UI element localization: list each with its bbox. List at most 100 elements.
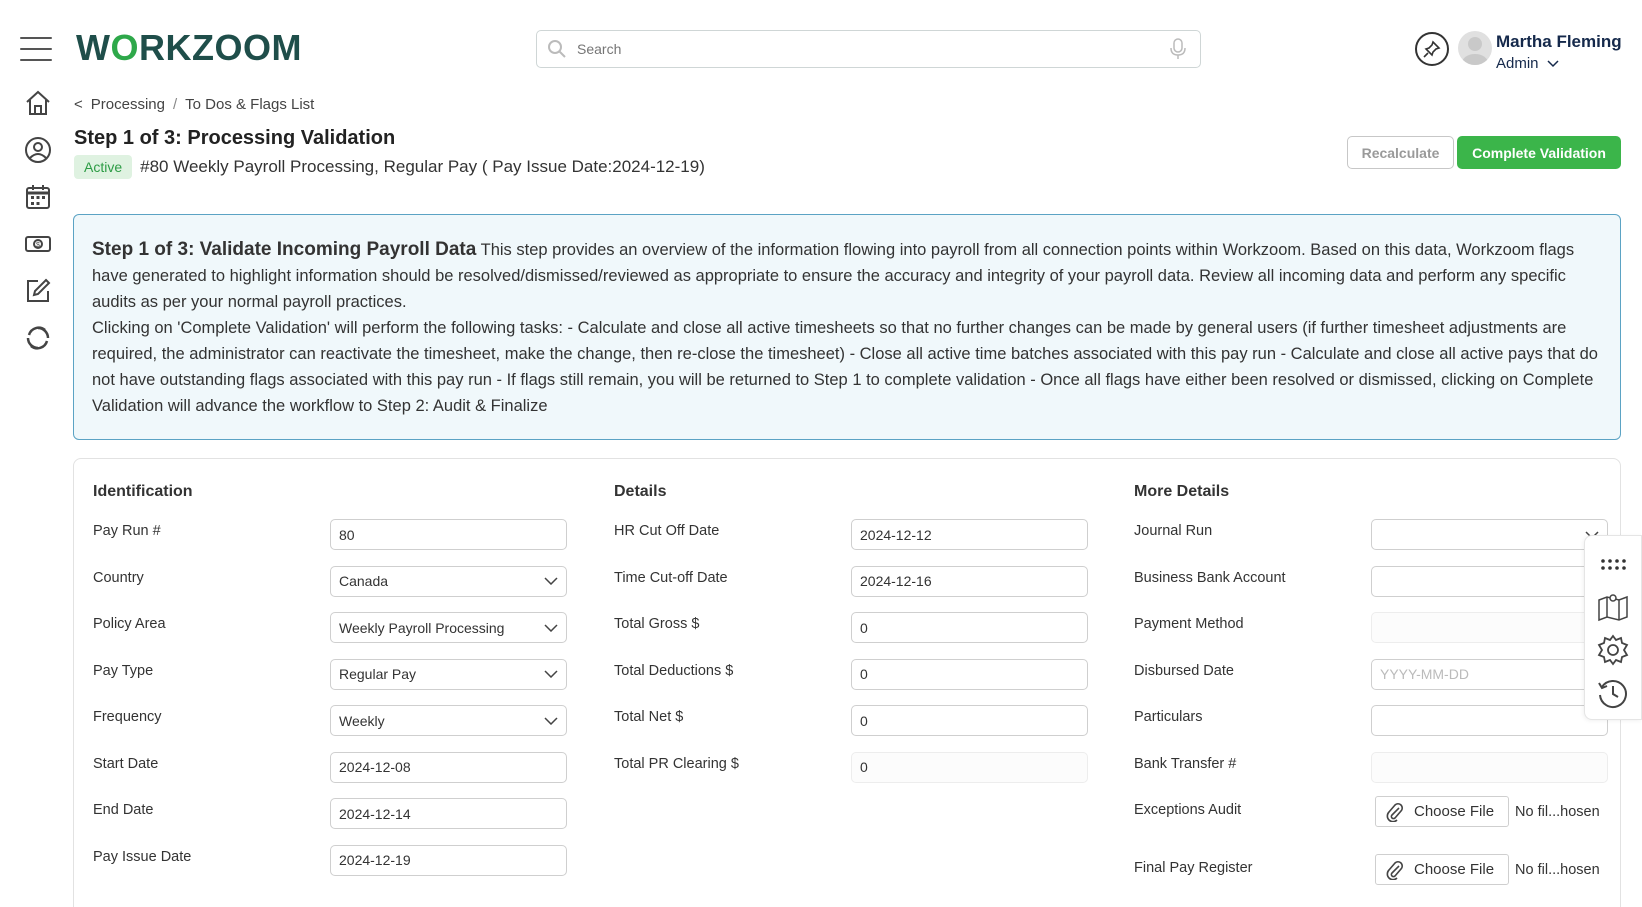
- business-bank-account-label: Business Bank Account: [1134, 569, 1286, 586]
- identification-title: Identification: [93, 483, 193, 500]
- total-deductions-input[interactable]: 0: [851, 658, 1088, 690]
- disbursed-date-input[interactable]: YYYY-MM-DD: [1371, 658, 1608, 690]
- menu-icon[interactable]: [20, 37, 52, 61]
- pin-icon: [1423, 40, 1441, 58]
- pay-run-form: Identification Pay Run # 80 Country Cana…: [73, 458, 1621, 907]
- pay-type-select[interactable]: Regular Pay: [330, 658, 567, 690]
- total-net-label: Total Net $: [614, 709, 684, 725]
- policy-area-label: Policy Area: [93, 616, 166, 632]
- avatar[interactable]: [1458, 31, 1492, 65]
- choose-file-label: Choose File: [1414, 803, 1495, 820]
- payment-method-input: [1371, 612, 1608, 643]
- user-avatar-icon: [1462, 37, 1488, 65]
- edit-icon[interactable]: [23, 276, 53, 306]
- calendar-icon[interactable]: [23, 182, 53, 212]
- total-net-input[interactable]: 0: [851, 705, 1088, 736]
- user-role-dropdown[interactable]: Admin: [1496, 55, 1559, 72]
- breadcrumb-todos-flags[interactable]: To Dos & Flags List: [185, 96, 314, 113]
- total-gross-input[interactable]: 0: [851, 612, 1088, 643]
- country-select[interactable]: Canada: [330, 565, 567, 597]
- frequency-value: Weekly: [339, 712, 385, 729]
- search-icon: [548, 40, 566, 58]
- disbursed-date-placeholder: YYYY-MM-DD: [1380, 666, 1469, 682]
- more-details-title: More Details: [1134, 483, 1230, 500]
- back-icon[interactable]: <: [74, 96, 83, 113]
- end-date-label: End Date: [93, 802, 154, 818]
- gear-icon[interactable]: [1596, 634, 1630, 667]
- time-cutoff-label: Time Cut-off Date: [614, 569, 728, 586]
- final-pay-register-file: Choose File No fil...hosen: [1375, 854, 1600, 885]
- pay-issue-date-input[interactable]: 2024-12-19: [330, 844, 567, 876]
- total-deductions-label: Total Deductions $: [614, 662, 734, 679]
- pay-run-value: 80: [339, 526, 355, 543]
- pay-issue-date-label: Pay Issue Date: [93, 848, 192, 865]
- pay-issue-date-value: 2024-12-19: [339, 852, 411, 868]
- total-net-value: 0: [860, 712, 868, 729]
- country-label: Country: [93, 569, 144, 586]
- country-value: Canada: [339, 573, 389, 589]
- home-icon[interactable]: [23, 88, 53, 118]
- choose-file-label: Choose File: [1414, 861, 1495, 878]
- grid-dots-icon[interactable]: [1596, 548, 1630, 581]
- info-body-2: Clicking on 'Complete Validation' will p…: [92, 319, 1598, 415]
- info-panel: Step 1 of 3: Validate Incoming Payroll D…: [73, 214, 1621, 440]
- start-date-input[interactable]: 2024-12-08: [330, 751, 567, 783]
- policy-area-value: Weekly Payroll Processing: [339, 619, 505, 636]
- complete-validation-button[interactable]: Complete Validation: [1457, 136, 1621, 169]
- user-circle-icon[interactable]: [23, 135, 53, 165]
- exceptions-audit-file: Choose File No fil...hosen: [1375, 796, 1600, 827]
- disbursed-date-label: Disbursed Date: [1134, 662, 1234, 679]
- search-bar[interactable]: [536, 30, 1201, 68]
- total-pr-clearing-value: 0: [860, 759, 868, 775]
- exceptions-audit-choose-file-button[interactable]: Choose File: [1375, 796, 1510, 827]
- cycle-icon[interactable]: [23, 323, 53, 353]
- particulars-input[interactable]: [1371, 705, 1608, 736]
- chevron-down-icon: [544, 623, 558, 632]
- recalculate-button[interactable]: Recalculate: [1347, 136, 1454, 169]
- info-title: Step 1 of 3: Validate Incoming Payroll D…: [92, 239, 477, 260]
- journal-run-select[interactable]: [1371, 519, 1608, 550]
- total-pr-clearing-input: 0: [851, 751, 1088, 783]
- frequency-select[interactable]: Weekly: [330, 705, 567, 736]
- money-icon[interactable]: $: [23, 229, 53, 259]
- exceptions-audit-label: Exceptions Audit: [1134, 802, 1242, 818]
- left-nav: $: [22, 88, 54, 370]
- particulars-label: Particulars: [1134, 709, 1203, 725]
- search-input[interactable]: [577, 41, 1170, 57]
- details-section: Details HR Cut Off Date 2024-12-12 Time …: [614, 483, 1094, 798]
- chevron-down-icon: [544, 716, 558, 725]
- pay-run-input[interactable]: 80: [330, 519, 567, 550]
- workzoom-logo[interactable]: WORKZOOM: [76, 27, 302, 69]
- final-pay-register-file-status: No fil...hosen: [1515, 861, 1600, 878]
- total-gross-label: Total Gross $: [614, 616, 700, 632]
- final-pay-register-choose-file-button[interactable]: Choose File: [1375, 854, 1510, 885]
- more-details-section: More Details Journal Run Business Bank A…: [1134, 483, 1608, 903]
- map-icon[interactable]: [1596, 591, 1630, 624]
- time-cutoff-value: 2024-12-16: [860, 573, 932, 589]
- page-title: Step 1 of 3: Processing Validation: [74, 127, 396, 149]
- exceptions-audit-file-status: No fil...hosen: [1515, 803, 1600, 820]
- pay-type-label: Pay Type: [93, 662, 154, 679]
- run-status-row: Active #80 Weekly Payroll Processing, Re…: [74, 155, 705, 179]
- payment-method-label: Payment Method: [1134, 616, 1244, 632]
- chevron-down-icon: [544, 577, 558, 585]
- user-name[interactable]: Martha Fleming: [1496, 32, 1622, 52]
- bank-transfer-label: Bank Transfer #: [1134, 755, 1237, 772]
- svg-text:$: $: [36, 242, 40, 249]
- journal-run-label: Journal Run: [1134, 523, 1213, 539]
- policy-area-select[interactable]: Weekly Payroll Processing: [330, 612, 567, 643]
- final-pay-register-label: Final Pay Register: [1134, 860, 1253, 876]
- chevron-down-icon: [1547, 59, 1559, 67]
- total-pr-clearing-label: Total PR Clearing $: [614, 755, 739, 772]
- pin-button[interactable]: [1415, 32, 1449, 66]
- frequency-label: Frequency: [93, 709, 162, 725]
- hr-cutoff-input[interactable]: 2024-12-12: [851, 519, 1088, 550]
- breadcrumb-processing[interactable]: Processing: [91, 96, 165, 113]
- end-date-input[interactable]: 2024-12-14: [330, 798, 567, 829]
- business-bank-account-select[interactable]: [1371, 565, 1608, 597]
- history-icon[interactable]: [1596, 676, 1630, 709]
- microphone-icon[interactable]: [1170, 38, 1186, 60]
- paperclip-icon: [1386, 802, 1404, 822]
- time-cutoff-input[interactable]: 2024-12-16: [851, 565, 1088, 597]
- pay-run-label: Pay Run #: [93, 523, 161, 539]
